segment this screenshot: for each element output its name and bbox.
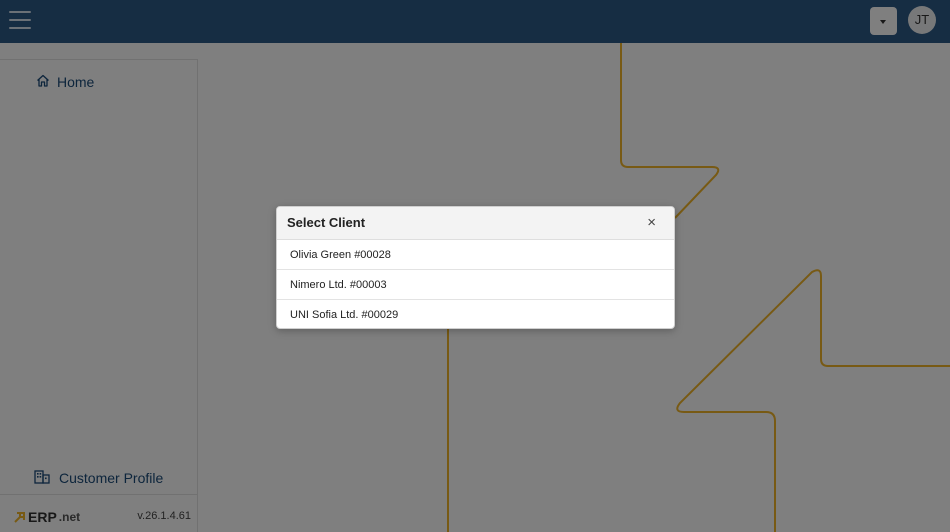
client-list-item[interactable]: Nimero Ltd. #00003 xyxy=(277,270,674,300)
select-client-dialog: Select Client × Olivia Green #00028 Nime… xyxy=(276,206,675,329)
client-list-item[interactable]: UNI Sofia Ltd. #00029 xyxy=(277,300,674,328)
dialog-title: Select Client xyxy=(287,215,366,230)
dialog-header: Select Client × xyxy=(277,207,674,240)
client-list: Olivia Green #00028 Nimero Ltd. #00003 U… xyxy=(277,240,674,328)
close-icon[interactable]: × xyxy=(647,214,656,231)
client-list-item[interactable]: Olivia Green #00028 xyxy=(277,240,674,270)
